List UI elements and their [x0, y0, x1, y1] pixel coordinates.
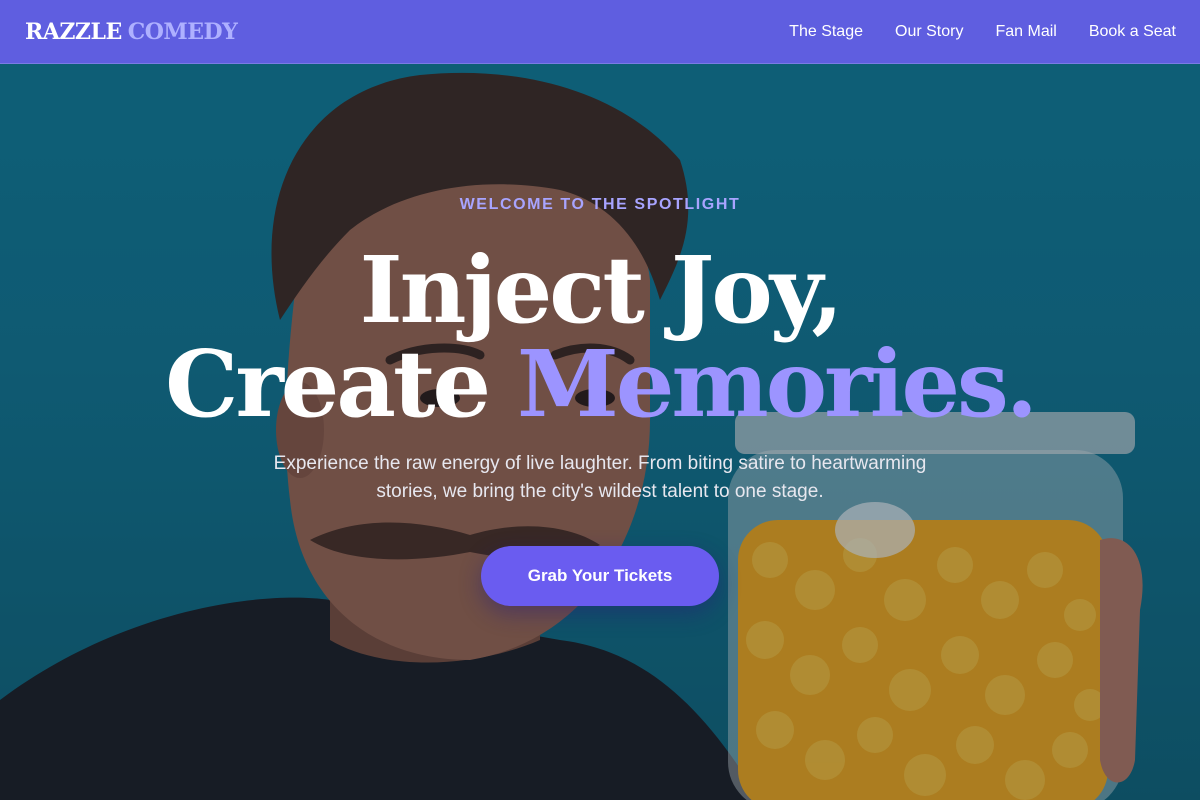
- hero-headline-accent: Memories.: [517, 330, 1038, 438]
- hero-headline-line-1: Inject Joy,: [359, 236, 844, 344]
- hero-content: WELCOME TO THE SPOTLIGHT Inject Joy, Cre…: [0, 0, 1200, 800]
- grab-tickets-button[interactable]: Grab Your Tickets: [481, 546, 719, 606]
- hero-subtext: Experience the raw energy of live laught…: [273, 453, 927, 502]
- nav-link-the-stage[interactable]: The Stage: [789, 23, 863, 41]
- hero-eyebrow: WELCOME TO THE SPOTLIGHT: [459, 196, 741, 213]
- nav-links: The Stage Our Story Fan Mail Book a Seat: [789, 23, 1176, 41]
- nav-link-fan-mail[interactable]: Fan Mail: [995, 23, 1056, 41]
- top-navigation: RAZZLE COMEDY The Stage Our Story Fan Ma…: [0, 0, 1200, 64]
- brand-logo[interactable]: RAZZLE COMEDY: [25, 18, 238, 45]
- hero-headline-line-2: Create Memories.: [0, 330, 1200, 438]
- brand-name-primary: RAZZLE: [25, 18, 122, 45]
- hero-headline-white: Create: [165, 330, 491, 438]
- brand-name-accent: COMEDY: [127, 18, 238, 45]
- nav-link-our-story[interactable]: Our Story: [895, 23, 963, 41]
- nav-link-book-a-seat[interactable]: Book a Seat: [1089, 23, 1176, 41]
